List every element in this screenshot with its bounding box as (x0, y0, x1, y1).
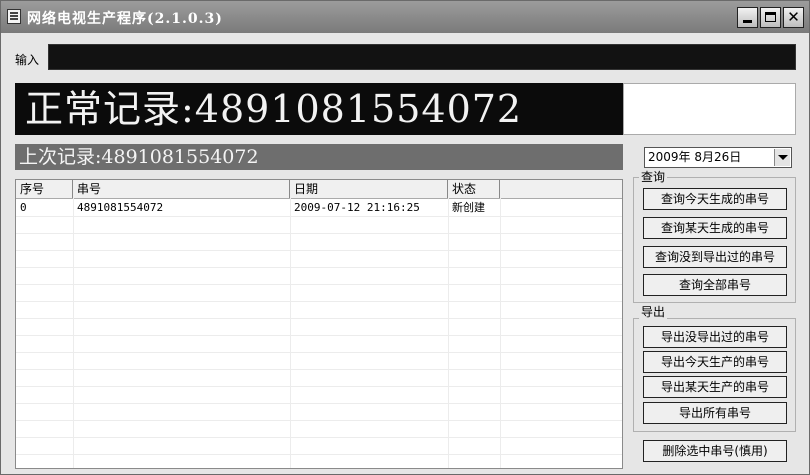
row-date: 2009-07-12 21:16:25 (294, 201, 420, 214)
serial-input[interactable] (48, 44, 796, 70)
column-header-serial[interactable]: 串号 (73, 180, 290, 198)
row-serial: 4891081554072 (77, 201, 164, 214)
grid-line (16, 437, 622, 438)
grid-line (16, 250, 622, 251)
grid-line (448, 198, 449, 468)
status-panel (623, 83, 796, 135)
grid-line (16, 233, 622, 234)
grid-line (16, 284, 622, 285)
export-unexported-button[interactable]: 导出没导出过的串号 (643, 326, 787, 348)
app-icon (7, 9, 21, 24)
grid-line (16, 386, 622, 387)
maximize-button[interactable] (760, 7, 781, 28)
main-window: 网络电视生产程序(2.1.0.3) ✕ 输入 正常记录:489108155407… (0, 0, 810, 475)
close-button[interactable]: ✕ (783, 7, 804, 28)
grid-line (16, 335, 622, 336)
grid-line (16, 352, 622, 353)
chevron-down-icon[interactable] (774, 149, 790, 166)
query-unexported-button[interactable]: 查询没到导出过的串号 (643, 246, 787, 268)
list-header: 序号 串号 日期 状态 (16, 180, 622, 199)
row-status: 新创建 (452, 201, 485, 214)
row-index: 0 (20, 201, 27, 214)
window-title: 网络电视生产程序(2.1.0.3) (27, 11, 223, 27)
export-today-button[interactable]: 导出今天生产的串号 (643, 351, 787, 373)
grid-line (73, 198, 74, 468)
export-group-label: 导出 (639, 305, 668, 319)
query-date-button[interactable]: 查询某天生成的串号 (643, 217, 787, 239)
grid-line (16, 403, 622, 404)
grid-line (290, 198, 291, 468)
grid-line (16, 318, 622, 319)
grid-line (16, 420, 622, 421)
minimize-button[interactable] (737, 7, 758, 28)
delete-selected-button[interactable]: 删除选中串号(慎用) (643, 440, 787, 462)
grid-line (16, 301, 622, 302)
grid-line (16, 369, 622, 370)
normal-record-display: 正常记录:4891081554072 (15, 83, 623, 135)
title-bar[interactable]: 网络电视生产程序(2.1.0.3) ✕ (1, 1, 809, 33)
grid-line (16, 216, 622, 217)
column-header-status[interactable]: 状态 (448, 180, 500, 198)
column-header-index[interactable]: 序号 (16, 180, 73, 198)
grid-line (16, 454, 622, 455)
input-label: 输入 (15, 53, 40, 67)
last-record-display: 上次记录:4891081554072 (15, 144, 623, 170)
date-picker-value: 2009年 8月26日 (648, 150, 742, 164)
date-picker[interactable]: 2009年 8月26日 (644, 147, 792, 168)
query-group-label: 查询 (639, 170, 668, 184)
grid-line (500, 198, 501, 468)
column-header-date[interactable]: 日期 (290, 180, 448, 198)
table-row[interactable]: 0 4891081554072 2009-07-12 21:16:25 新创建 (16, 199, 622, 216)
grid-line (16, 267, 622, 268)
export-all-button[interactable]: 导出所有串号 (643, 402, 787, 424)
record-list[interactable]: 序号 串号 日期 状态 0 4891081554072 2009-07-12 2… (15, 179, 623, 469)
query-all-button[interactable]: 查询全部串号 (643, 274, 787, 296)
query-today-button[interactable]: 查询今天生成的串号 (643, 188, 787, 210)
export-date-button[interactable]: 导出某天生产的串号 (643, 376, 787, 398)
